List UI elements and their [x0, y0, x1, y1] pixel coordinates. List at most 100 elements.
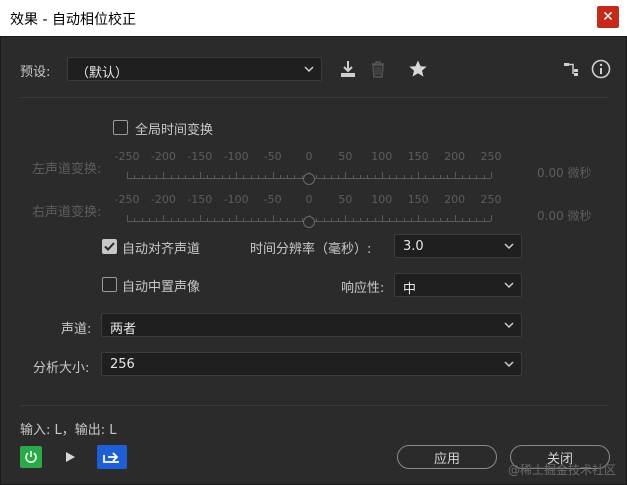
slider-tick	[279, 175, 281, 178]
right-channel-label: 右声道变换:	[32, 205, 102, 220]
slider-tick	[199, 172, 201, 178]
slider-tick	[316, 175, 318, 178]
slider-tick	[228, 218, 230, 221]
io-text: 输入: L，输出: L	[20, 423, 117, 438]
slider-tick	[338, 218, 340, 221]
slider-tick-label: 200	[444, 193, 466, 206]
chevron-down-icon	[504, 243, 514, 250]
slider-tick	[236, 172, 238, 178]
slider-tick	[389, 218, 391, 221]
slider-tick	[243, 175, 245, 178]
slider-tick	[177, 175, 179, 178]
slider-tick	[447, 175, 449, 178]
slider-tick	[287, 218, 289, 221]
send-output-icon[interactable]	[97, 445, 127, 469]
responsiveness-select[interactable]: 中	[394, 273, 522, 297]
play-icon[interactable]	[59, 446, 81, 468]
slider-tick	[163, 172, 165, 178]
slider-tick	[425, 218, 427, 221]
slider-tick	[418, 172, 420, 178]
time-resolution-select[interactable]: 3.0	[394, 234, 522, 258]
slider-tick	[345, 172, 347, 178]
star-icon[interactable]	[407, 57, 429, 81]
auto-center-checkbox[interactable]	[102, 277, 117, 292]
slider-tick	[214, 175, 216, 178]
trash-icon[interactable]	[367, 57, 389, 81]
responsiveness-label: 响应性:	[341, 281, 385, 296]
slider-tick-label: 50	[338, 150, 353, 163]
slider-thumb[interactable]	[303, 216, 315, 228]
slider-tick	[345, 215, 347, 221]
slider-tick	[469, 218, 471, 221]
slider-thumb[interactable]	[303, 173, 315, 185]
slider-tick	[461, 218, 463, 221]
slider-tick	[440, 175, 442, 178]
analysis-size-label: 分析大小:	[33, 361, 90, 376]
slider-tick-label: 100	[371, 150, 393, 163]
slider-tick	[192, 218, 194, 221]
effect-window: 预设: （默认） 全局时间变换 左声道变换: -250 -200 -150 -100-…	[0, 36, 627, 485]
slider-tick	[447, 218, 449, 221]
slider-tick	[396, 175, 398, 178]
close-icon[interactable]: ✕	[597, 6, 619, 28]
apply-button[interactable]: 应用	[397, 445, 497, 469]
slider-tick	[207, 218, 209, 221]
power-icon[interactable]	[20, 446, 42, 468]
slider-tick	[141, 218, 143, 221]
slider-tick	[330, 218, 332, 221]
left-channel-slider[interactable]: -250 -200 -150 -100 -50 0 50 100 150 200 250 0.00 微…	[115, 150, 592, 190]
slider-tick-label: 250	[480, 193, 502, 206]
slider-tick	[491, 215, 492, 221]
slider-tick	[127, 215, 128, 221]
slider-tick	[148, 218, 150, 221]
slider-tick	[367, 218, 369, 221]
slider-tick-label: -100	[223, 193, 249, 206]
slider-tick	[410, 175, 412, 178]
slider-tick	[199, 215, 201, 221]
slider-tick	[352, 218, 354, 221]
slider-tick-label: -200	[150, 150, 176, 163]
preset-select[interactable]: （默认）	[67, 57, 322, 81]
slider-tick	[425, 175, 427, 178]
slider-tick	[381, 215, 383, 221]
slider-tick	[483, 218, 485, 221]
slider-tick	[221, 175, 223, 178]
slider-tick-label: -250	[114, 193, 140, 206]
slider-tick	[461, 175, 463, 178]
global-time-shift-checkbox[interactable]	[113, 120, 128, 135]
channel-label: 声道:	[61, 322, 92, 337]
slider-tick	[177, 218, 179, 221]
slider-tick	[316, 218, 318, 221]
analysis-size-select[interactable]: 256	[101, 352, 522, 376]
chevron-down-icon	[304, 66, 314, 73]
slider-tick-label: -200	[150, 193, 176, 206]
channel-select[interactable]: 两者	[101, 313, 522, 337]
slider-tick	[258, 218, 260, 221]
auto-align-checkbox[interactable]	[102, 239, 117, 254]
slider-tick	[279, 218, 281, 221]
slider-tick	[214, 218, 216, 221]
slider-tick	[330, 175, 332, 178]
slider-tick	[228, 175, 230, 178]
slider-tick	[454, 172, 456, 178]
slider-tick	[265, 218, 267, 221]
chevron-down-icon	[504, 282, 514, 289]
slider-tick-label: -50	[263, 150, 282, 163]
slider-tick	[367, 175, 369, 178]
slider-tick	[250, 218, 252, 221]
slider-tick	[483, 175, 485, 178]
slider-tick-label: 150	[407, 193, 429, 206]
routing-icon[interactable]	[560, 57, 582, 81]
slider-tick	[440, 218, 442, 221]
info-icon[interactable]	[590, 57, 612, 81]
save-preset-icon[interactable]	[337, 57, 359, 81]
slider-tick	[469, 175, 471, 178]
right-channel-slider[interactable]: -250 -200 -150 -100 -50 0 50 100 150 200 250 0.00 微…	[115, 193, 592, 233]
slider-tick	[454, 215, 456, 221]
slider-tick-label: -150	[187, 150, 213, 163]
slider-tick	[185, 175, 187, 178]
time-resolution-value: 3.0	[403, 239, 424, 254]
slider-tick	[170, 175, 172, 178]
left-channel-label: 左声道变换:	[32, 162, 102, 177]
slider-tick	[258, 175, 260, 178]
